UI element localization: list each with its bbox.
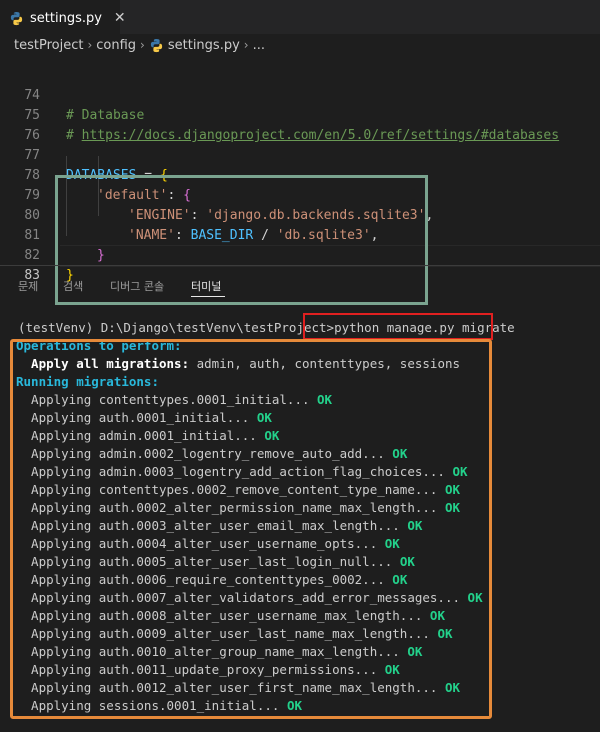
active-tab-indicator	[191, 296, 225, 297]
breadcrumb-item-more[interactable]: ...	[253, 38, 265, 53]
vscode-window: settings.py ✕ testProject › config › set…	[0, 0, 600, 732]
close-icon[interactable]: ✕	[114, 10, 126, 26]
panel-tab-bar: 문제 검색 디버그 콘솔 터미널	[0, 266, 600, 304]
python-icon	[150, 38, 162, 52]
code-line: 78 'default': {	[0, 146, 600, 203]
breadcrumb-item-testproject[interactable]: testProject	[14, 38, 83, 53]
chevron-right-icon: ›	[243, 38, 249, 52]
code-line: 74 # Database	[0, 66, 600, 123]
tab-title: settings.py	[30, 10, 102, 26]
tab-search[interactable]: 검색	[63, 278, 83, 294]
tab-settings-py[interactable]: settings.py ✕	[0, 0, 126, 35]
python-icon	[10, 11, 23, 25]
tab-problems[interactable]: 문제	[18, 278, 38, 294]
code-editor[interactable]: 74 # Database 75 # https://docs.djangopr…	[0, 58, 600, 305]
command-highlight-box	[303, 313, 493, 340]
breadcrumb-item-settings[interactable]: settings.py	[168, 38, 240, 53]
chevron-right-icon: ›	[140, 38, 145, 52]
code-line: 76	[0, 106, 600, 143]
tab-bar: settings.py ✕	[0, 0, 600, 35]
tab-terminal[interactable]: 터미널	[191, 278, 221, 294]
code-line: 77 DATABASES = {	[0, 126, 600, 183]
output-highlight-box	[10, 339, 492, 719]
code-line: 75 # https://docs.djangoproject.com/en/5…	[0, 86, 600, 143]
breadcrumb-item-config[interactable]: config	[96, 38, 136, 53]
chevron-right-icon: ›	[87, 38, 93, 52]
breadcrumb: testProject › config › settings.py › ...	[0, 34, 600, 56]
tab-debug-console[interactable]: 디버그 콘솔	[110, 278, 164, 294]
prompt-path: (testVenv) D:\Django\testVenv\testProjec…	[18, 320, 335, 335]
